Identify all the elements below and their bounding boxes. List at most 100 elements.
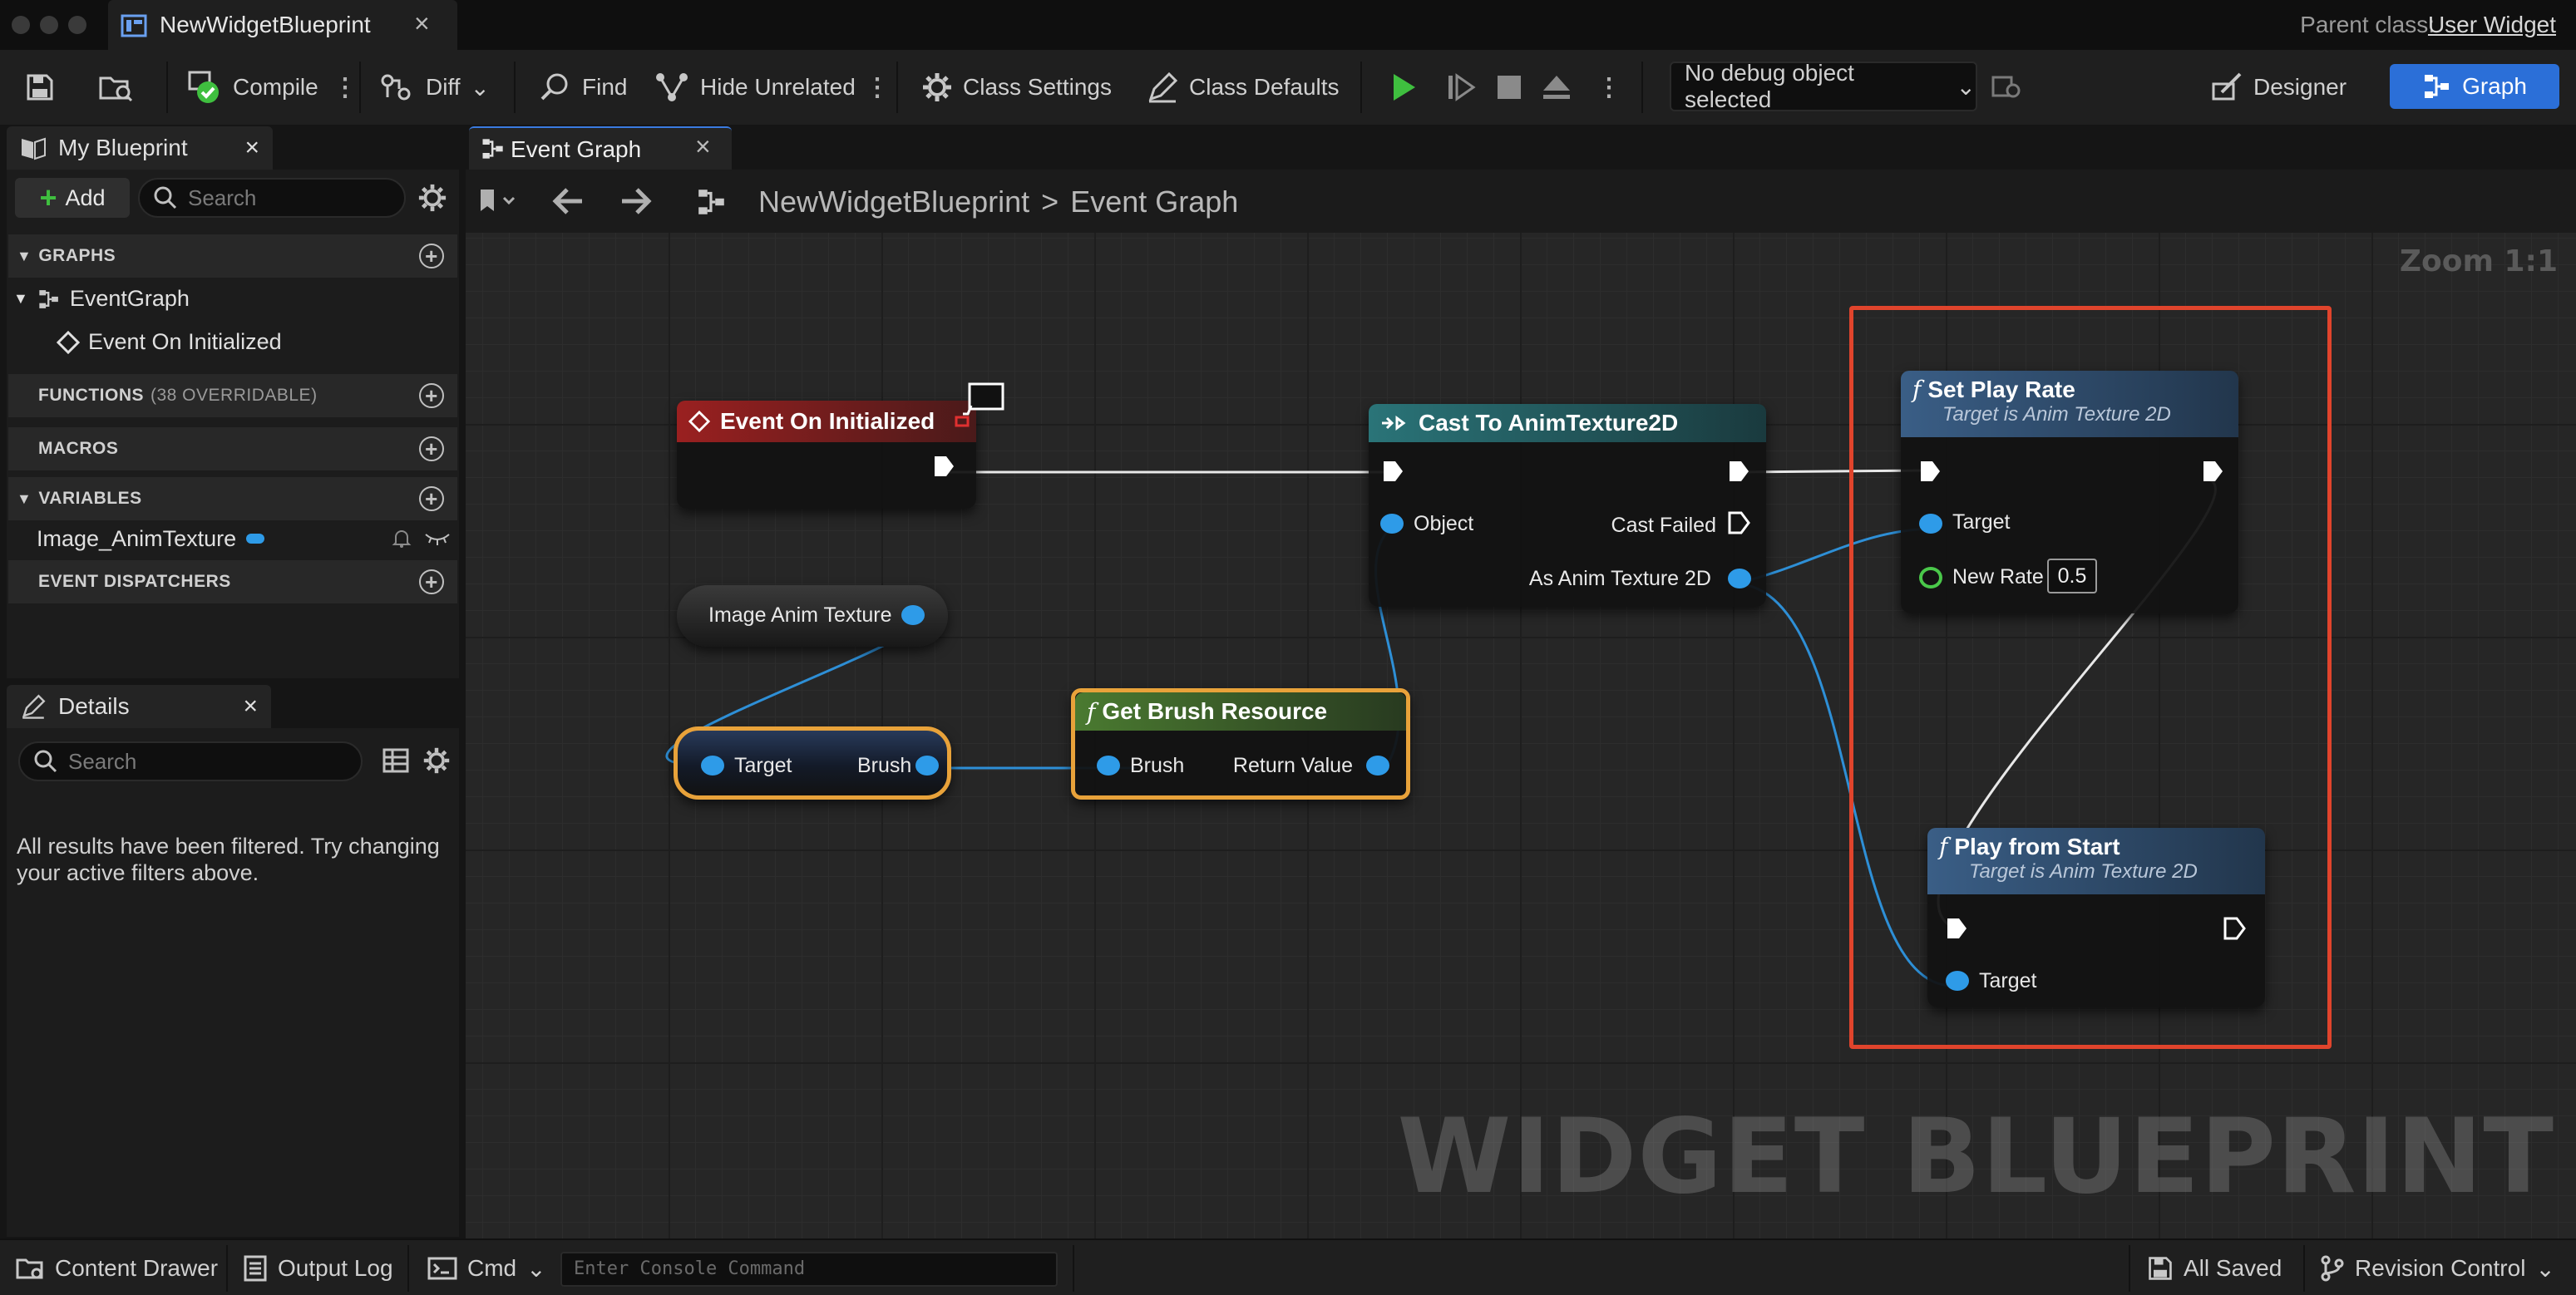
graph-canvas[interactable]: Zoom 1:1 Event On Initialized Cast To An… <box>466 233 2576 1238</box>
back-arrow-icon[interactable] <box>552 186 585 216</box>
debug-object-dropdown[interactable]: No debug object selected ⌄ <box>1670 60 1977 112</box>
hide-unrelated-options-icon[interactable]: ⋮ <box>865 50 890 125</box>
add-button[interactable]: + Add <box>15 178 130 218</box>
compile-options-icon[interactable]: ⋮ <box>333 50 358 125</box>
browse-button[interactable] <box>98 50 135 125</box>
window-close-dot[interactable] <box>12 16 30 34</box>
cast-failed-pin[interactable] <box>1726 510 1751 535</box>
designer-label: Designer <box>2253 74 2347 100</box>
class-defaults-button[interactable]: Class Defaults <box>1146 50 1340 125</box>
brush-in-pin[interactable] <box>1097 756 1120 776</box>
cmd-label: Cmd <box>467 1255 517 1281</box>
variable-getter-label: Image Anim Texture <box>708 603 892 627</box>
branch-icon <box>2320 1255 2345 1282</box>
add-variable-icon[interactable]: + <box>419 486 444 511</box>
content-drawer-button[interactable]: Content Drawer <box>15 1240 218 1295</box>
cmd-dropdown[interactable]: Cmd ⌄ <box>427 1240 546 1295</box>
hide-unrelated-button[interactable]: Hide Unrelated <box>654 50 856 125</box>
add-function-icon[interactable]: + <box>419 383 444 408</box>
graph-mode-button[interactable]: Graph <box>2390 64 2559 109</box>
diff-button[interactable]: Diff ⌄ <box>379 50 490 125</box>
diff-icon <box>379 71 416 104</box>
gear-icon[interactable] <box>422 746 451 775</box>
details-tab[interactable]: Details × <box>7 685 271 728</box>
add-dispatcher-icon[interactable]: + <box>419 569 444 594</box>
play-button[interactable] <box>1387 50 1420 125</box>
exec-out-pin[interactable] <box>1726 459 1751 484</box>
breadcrumb-root[interactable]: NewWidgetBlueprint <box>758 185 1029 219</box>
stop-button[interactable] <box>1495 50 1523 125</box>
document-tab[interactable]: NewWidgetBlueprint × <box>108 0 457 50</box>
eject-button[interactable] <box>1540 50 1573 125</box>
tree-item-event-on-initialized[interactable]: Event On Initialized <box>57 329 282 355</box>
bell-icon[interactable] <box>391 528 412 549</box>
chevron-down-icon: ⌄ <box>1956 73 1976 100</box>
variable-out-pin[interactable] <box>901 605 925 625</box>
revision-control-dropdown[interactable]: Revision Control ⌄ <box>2320 1240 2555 1295</box>
main-toolbar: Compile ⋮ Diff ⌄ Find Hide Unrelated ⋮ C… <box>0 50 2576 125</box>
exec-out-pin[interactable] <box>931 454 956 479</box>
section-event-dispatchers[interactable]: EVENT DISPATCHERS + <box>8 560 457 603</box>
save-icon <box>25 72 55 102</box>
my-blueprint-title: My Blueprint <box>58 135 188 160</box>
close-icon[interactable]: × <box>695 131 711 162</box>
save-stack-icon <box>2147 1255 2174 1282</box>
debug-browse-button[interactable] <box>1991 50 2024 125</box>
output-log-label: Output Log <box>278 1255 393 1281</box>
add-macro-icon[interactable]: + <box>419 436 444 461</box>
as-anim-texture-pin[interactable] <box>1728 569 1751 588</box>
diff-label: Diff <box>426 74 461 100</box>
tab-event-graph[interactable]: Event Graph × <box>469 126 732 170</box>
my-blueprint-search-input[interactable]: Search <box>138 178 406 218</box>
get-brush-resource-node[interactable]: f Get Brush Resource Brush Return Value <box>1071 688 1410 800</box>
return-value-pin[interactable] <box>1366 756 1389 776</box>
exec-in-pin[interactable] <box>1380 459 1405 484</box>
designer-mode-button[interactable]: Designer <box>2202 64 2355 111</box>
eye-closed-icon[interactable] <box>424 529 451 548</box>
cast-node-title: Cast To AnimTexture2D <box>1419 410 1679 436</box>
class-settings-button[interactable]: Class Settings <box>921 50 1112 125</box>
output-log-button[interactable]: Output Log <box>243 1240 393 1295</box>
step-button[interactable] <box>1445 50 1478 125</box>
table-view-icon[interactable] <box>382 748 409 773</box>
close-icon[interactable]: × <box>244 134 259 162</box>
play-options-icon[interactable]: ⋮ <box>1596 50 1621 125</box>
window-minimize-dot[interactable] <box>40 16 58 34</box>
brush-out-pin[interactable] <box>915 756 939 776</box>
tree-item-eventgraph[interactable]: ▼ EventGraph <box>13 286 190 312</box>
add-graph-icon[interactable]: + <box>419 244 444 268</box>
compile-label: Compile <box>233 74 318 100</box>
event-diamond-icon <box>57 330 80 354</box>
find-button[interactable]: Find <box>539 50 627 125</box>
object-pin[interactable] <box>1380 514 1404 534</box>
details-search-input[interactable]: Search <box>18 741 363 781</box>
close-icon[interactable]: × <box>243 692 258 721</box>
section-functions[interactable]: FUNCTIONS (38 OVERRIDABLE) + <box>8 374 457 417</box>
variable-item[interactable]: Image_AnimTexture <box>37 524 457 554</box>
compile-button[interactable]: Compile <box>186 50 318 125</box>
bookmark-icon[interactable] <box>477 186 521 216</box>
target-pin[interactable] <box>701 756 724 776</box>
window-zoom-dot[interactable] <box>68 16 86 34</box>
play-icon <box>1387 71 1420 104</box>
cast-icon <box>1380 415 1410 431</box>
variable-name: Image_AnimTexture <box>37 525 237 551</box>
close-icon[interactable]: × <box>414 8 430 39</box>
event-on-initialized-node[interactable]: Event On Initialized <box>677 401 976 509</box>
parent-class-label: Parent class: <box>2300 12 2435 37</box>
parent-class-link[interactable]: User Widget <box>2428 12 2556 38</box>
section-graphs[interactable]: ▼ GRAPHS + <box>8 234 457 278</box>
gear-icon[interactable] <box>417 183 447 213</box>
hide-unrelated-label: Hide Unrelated <box>700 74 856 100</box>
save-button[interactable] <box>25 50 55 125</box>
all-saved-button[interactable]: All Saved <box>2147 1240 2282 1295</box>
my-blueprint-tab[interactable]: My Blueprint × <box>7 126 273 170</box>
breadcrumb: NewWidgetBlueprint > Event Graph <box>758 185 1238 219</box>
section-macros[interactable]: MACROS + <box>8 427 457 470</box>
image-anim-texture-getter-node[interactable]: Image Anim Texture <box>677 585 948 647</box>
section-variables[interactable]: ▼ VARIABLES + <box>8 477 457 520</box>
brush-getter-node[interactable]: Target Brush <box>674 726 951 800</box>
cast-to-animtexture2d-node[interactable]: Cast To AnimTexture2D Object Cast Failed… <box>1369 404 1766 607</box>
console-command-input[interactable]: Enter Console Command <box>560 1252 1058 1287</box>
forward-arrow-icon[interactable] <box>619 186 652 216</box>
